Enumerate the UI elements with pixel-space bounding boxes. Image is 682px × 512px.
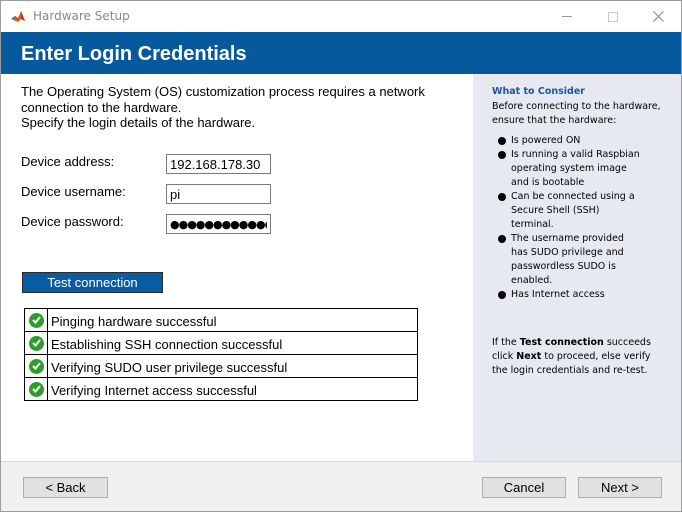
result-text: Verifying SUDO user privilege successful xyxy=(51,359,288,375)
intro-line: Specify the login details of the hardwar… xyxy=(21,115,256,130)
page-title: Enter Login Credentials xyxy=(21,43,247,65)
device-username-label: Device username: xyxy=(21,184,126,199)
list-item: Has Internet access xyxy=(498,288,673,302)
check-circle-icon xyxy=(28,312,44,328)
device-username-input[interactable] xyxy=(166,184,271,204)
device-address-label: Device address: xyxy=(21,154,115,169)
minimize-icon xyxy=(562,16,572,17)
footer-bar: < Back Cancel Next > xyxy=(1,461,681,511)
what-to-consider-panel: What to Consider Before connecting to th… xyxy=(473,74,681,461)
intro-text: The Operating System (OS) customization … xyxy=(21,84,461,131)
result-row: Verifying Internet access successful xyxy=(25,378,417,400)
hardware-setup-window: Hardware Setup Enter Login Credentials T… xyxy=(0,0,682,512)
list-item-line: Is running a valid Raspbian xyxy=(511,149,640,160)
bullet-dot-icon xyxy=(498,137,506,145)
minimize-button[interactable] xyxy=(544,1,590,32)
result-row: Establishing SSH connection successful xyxy=(25,332,417,355)
list-item-line: Has Internet access xyxy=(511,289,605,300)
intro-line: The Operating System (OS) customization … xyxy=(21,84,425,99)
list-item-line: Can be connected using a xyxy=(511,191,635,202)
maximize-button[interactable] xyxy=(590,1,636,32)
footer-text: succeeds xyxy=(603,337,651,348)
intro-line: connection to the hardware. xyxy=(21,99,182,115)
header-banner: Enter Login Credentials xyxy=(1,32,681,74)
footer-text: If the xyxy=(492,337,520,348)
side-footer-note: If the Test connection succeeds click Ne… xyxy=(492,336,678,378)
list-item: Is running a valid Raspbian operating sy… xyxy=(498,148,673,190)
result-icon-cell xyxy=(25,309,48,331)
footer-bold-text: Test connection xyxy=(519,337,604,348)
side-footer-line: the login credentials and re-test. xyxy=(492,365,648,376)
list-item-line: passwordless SUDO is xyxy=(511,261,616,272)
test-results-table: Pinging hardware successful Establishing… xyxy=(24,308,418,401)
list-item-line: The username provided xyxy=(511,233,624,244)
bullet-dot-icon xyxy=(498,291,506,299)
list-item: Can be connected using a Secure Shell (S… xyxy=(498,190,673,232)
side-intro-line: Before connecting to the hardware, xyxy=(492,101,661,112)
side-footer-line: If the Test connection succeeds xyxy=(492,336,678,350)
list-item-line: enabled. xyxy=(511,275,553,286)
list-item-line: Is powered ON xyxy=(511,135,581,146)
result-icon-cell xyxy=(25,355,48,377)
device-password-label: Device password: xyxy=(21,214,124,229)
list-item: The username provided has SUDO privilege… xyxy=(498,232,673,288)
requirements-list: Is powered ON Is running a valid Raspbia… xyxy=(498,134,673,302)
back-button[interactable]: < Back xyxy=(23,477,108,498)
result-text: Establishing SSH connection successful xyxy=(51,336,283,352)
result-icon-cell xyxy=(25,378,48,400)
result-row: Verifying SUDO user privilege successful xyxy=(25,355,417,378)
footer-text: to proceed, else verify xyxy=(541,351,651,362)
maximize-icon xyxy=(608,11,618,22)
list-item-line: Secure Shell (SSH) xyxy=(511,205,600,216)
close-icon xyxy=(652,11,664,22)
test-connection-button[interactable]: Test connection xyxy=(22,272,163,293)
list-item-line: terminal. xyxy=(511,219,554,230)
result-icon-cell xyxy=(25,332,48,354)
check-circle-icon xyxy=(28,358,44,374)
check-circle-icon xyxy=(28,335,44,351)
list-item-line: has SUDO privilege and xyxy=(511,247,624,258)
result-text: Pinging hardware successful xyxy=(51,313,217,329)
window-title: Hardware Setup xyxy=(33,9,130,23)
footer-text: click xyxy=(492,351,517,362)
side-footer-line: click Next to proceed, else verify xyxy=(492,350,678,364)
footer-bold-text: Next xyxy=(516,351,542,362)
cancel-button[interactable]: Cancel xyxy=(482,477,566,498)
side-heading: What to Consider xyxy=(492,86,585,97)
result-text: Verifying Internet access successful xyxy=(51,382,257,398)
device-address-input[interactable] xyxy=(166,154,271,174)
check-circle-icon xyxy=(28,381,44,397)
title-bar: Hardware Setup xyxy=(1,1,681,32)
side-intro: Before connecting to the hardware, ensur… xyxy=(492,100,677,128)
next-button[interactable]: Next > xyxy=(578,477,662,498)
bullet-dot-icon xyxy=(498,235,506,243)
close-button[interactable] xyxy=(635,1,681,32)
result-row: Pinging hardware successful xyxy=(25,309,417,332)
list-item-line: operating system image xyxy=(511,163,627,174)
list-item-line: and is bootable xyxy=(511,177,585,188)
side-intro-line: ensure that the hardware: xyxy=(492,115,617,126)
bullet-dot-icon xyxy=(498,151,506,159)
device-password-input[interactable] xyxy=(166,214,271,234)
main-panel: The Operating System (OS) customization … xyxy=(1,74,473,461)
bullet-dot-icon xyxy=(498,193,506,201)
matlab-logo-icon xyxy=(11,11,25,22)
list-item: Is powered ON xyxy=(498,134,673,148)
